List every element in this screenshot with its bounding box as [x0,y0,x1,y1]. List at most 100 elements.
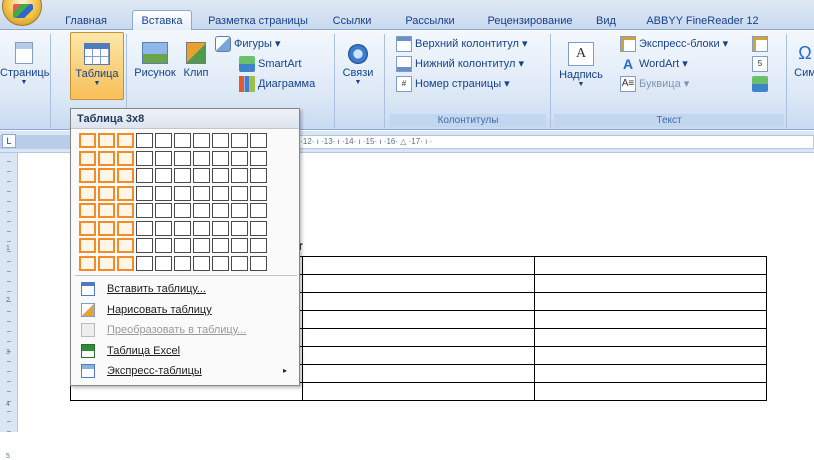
table-size-cell[interactable] [250,133,267,148]
textbox-button[interactable]: A Надпись ▼ [556,32,606,102]
table-size-cell[interactable] [155,133,172,148]
table-size-cell[interactable] [174,150,191,166]
table-size-cell[interactable] [174,203,191,218]
table-size-cell[interactable] [79,255,96,271]
object-button[interactable] [752,74,778,94]
table-size-cell[interactable] [98,168,115,183]
table-size-cell[interactable] [193,185,210,201]
menu-item[interactable]: Вставить таблицу... [75,279,297,299]
table-cell[interactable] [302,310,535,329]
chart-button[interactable]: Диаграмма [239,74,315,94]
table-size-cell[interactable] [98,185,115,201]
table-size-cell[interactable] [98,255,115,271]
table-size-cell[interactable] [117,185,134,201]
table-cell[interactable] [534,328,767,347]
table-size-cell[interactable] [136,255,153,271]
tab-stop-selector[interactable]: L [2,134,16,148]
table-size-cell[interactable] [231,185,248,201]
table-size-cell[interactable] [250,220,267,236]
table-size-cell[interactable] [117,220,134,236]
table-size-cell[interactable] [231,168,248,183]
symbols-button[interactable]: Ω Сим [790,32,814,102]
table-size-cell[interactable] [250,185,267,201]
table-size-cell[interactable] [212,150,229,166]
table-size-cell[interactable] [193,203,210,218]
table-size-cell[interactable] [155,220,172,236]
table-size-cell[interactable] [174,255,191,271]
menu-item[interactable]: Преобразовать в таблицу... [75,320,297,340]
table-cell[interactable] [534,382,767,401]
table-size-cell[interactable] [117,168,134,183]
table-size-cell[interactable] [117,238,134,253]
table-cell[interactable] [302,346,535,365]
table-size-cell[interactable] [212,203,229,218]
table-size-cell[interactable] [193,168,210,183]
table-size-cell[interactable] [231,255,248,271]
table-cell[interactable] [302,256,535,275]
table-cell[interactable] [534,310,767,329]
table-size-cell[interactable] [250,168,267,183]
datetime-button[interactable]: 5 [752,54,778,74]
table-size-cell[interactable] [136,133,153,148]
table-size-cell[interactable] [117,150,134,166]
table-size-cell[interactable] [98,220,115,236]
table-size-cell[interactable] [155,168,172,183]
page-number-button[interactable]: # Номер страницы ▾ [396,74,510,94]
table-size-cell[interactable] [155,150,172,166]
table-size-cell[interactable] [136,203,153,218]
table-cell[interactable] [534,364,767,383]
pages-button[interactable]: Страницы ▼ [0,32,52,102]
table-size-cell[interactable] [250,255,267,271]
table-size-cell[interactable] [231,203,248,218]
tab-home[interactable]: Главная [58,13,114,30]
table-cell[interactable] [534,292,767,311]
table-size-cell[interactable] [193,238,210,253]
table-size-cell[interactable] [136,238,153,253]
table-cell[interactable] [302,382,535,401]
table-size-cell[interactable] [212,238,229,253]
table-size-cell[interactable] [79,238,96,253]
wordart-button[interactable]: A WordArt ▾ [620,54,688,74]
table-size-cell[interactable] [212,185,229,201]
table-size-cell[interactable] [155,203,172,218]
menu-item[interactable]: Экспресс-таблицы ▸ [75,361,297,381]
table-size-cell[interactable] [193,255,210,271]
table-size-cell[interactable] [136,150,153,166]
tab-mailings[interactable]: Рассылки [400,13,460,30]
table-size-cell[interactable] [174,133,191,148]
table-size-cell[interactable] [117,203,134,218]
table-size-cell[interactable] [136,168,153,183]
table-cell[interactable] [534,274,767,293]
signature-line-button[interactable] [752,34,778,54]
clip-button[interactable]: Клип [180,32,212,102]
table-size-cell[interactable] [174,185,191,201]
table-size-cell[interactable] [231,220,248,236]
table-size-cell[interactable] [79,133,96,148]
table-size-cell[interactable] [117,255,134,271]
links-button[interactable]: Связи ▼ [338,32,378,102]
menu-item[interactable]: Нарисовать таблицу [75,300,297,320]
table-size-cell[interactable] [193,220,210,236]
table-size-cell[interactable] [98,238,115,253]
table-size-cell[interactable] [174,238,191,253]
picture-button[interactable]: Рисунок [132,32,178,102]
table-cell[interactable] [534,256,767,275]
footer-button[interactable]: Нижний колонтитул ▾ [396,54,524,74]
table-size-cell[interactable] [250,203,267,218]
table-size-cell[interactable] [174,168,191,183]
table-size-cell[interactable] [212,133,229,148]
table-size-cell[interactable] [79,185,96,201]
table-size-cell[interactable] [98,150,115,166]
table-size-cell[interactable] [212,255,229,271]
tab-page-layout[interactable]: Разметка страницы [203,13,313,30]
table-size-cell[interactable] [79,203,96,218]
express-blocks-button[interactable]: Экспресс-блоки ▾ [620,34,728,54]
dropcap-button[interactable]: A≡ Буквица ▾ [620,74,689,94]
table-size-cell[interactable] [212,168,229,183]
table-size-cell[interactable] [79,220,96,236]
tab-references[interactable]: Ссылки [330,13,374,30]
table-size-cell[interactable] [98,203,115,218]
table-size-cell[interactable] [250,150,267,166]
office-button[interactable] [2,0,42,26]
shapes-button[interactable]: Фигуры ▾ [215,34,281,54]
